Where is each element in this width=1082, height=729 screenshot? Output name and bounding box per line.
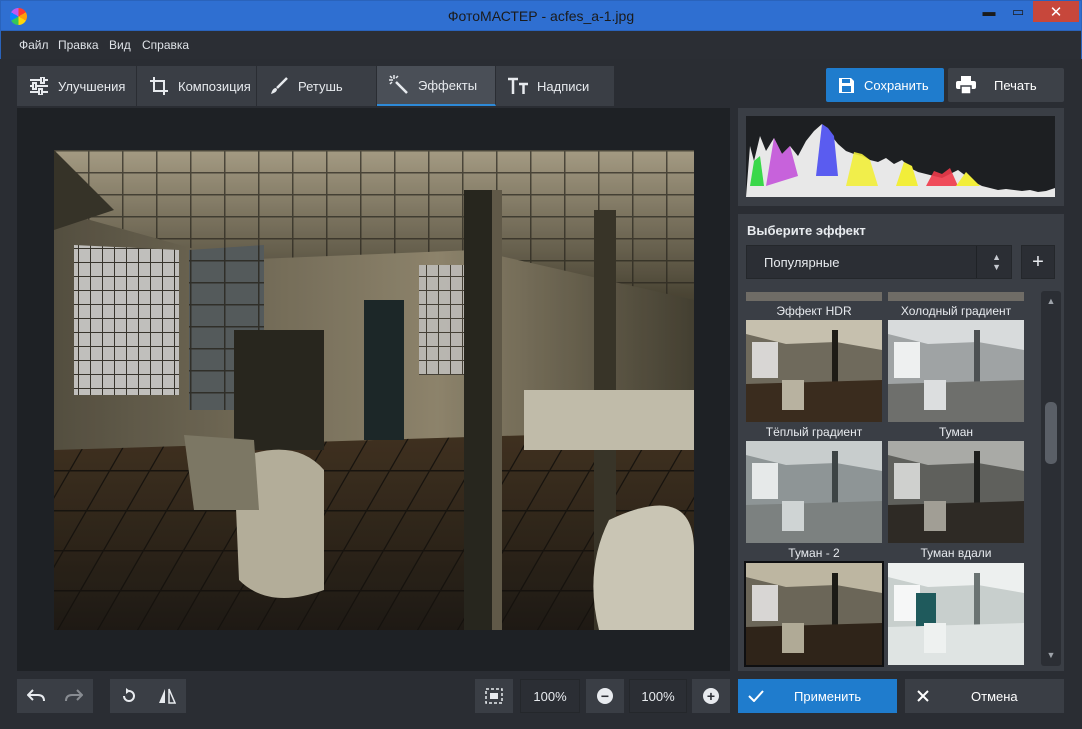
effect-label-fogfar: Туман вдали [920,546,992,560]
floppy-disk-icon [838,77,855,94]
add-effect-button[interactable]: + [1021,245,1055,279]
effect-thumb-warm[interactable] [746,441,882,543]
fit-screen-icon [485,688,503,704]
redo-icon[interactable] [55,689,93,703]
effects-title: Выберите эффект [747,223,866,238]
undo-icon[interactable] [17,689,55,703]
tab-bar: Улучшения Композиция Ретушь Эффекты Надп… [17,66,615,106]
fit-zoom-value: 100% [520,679,580,713]
effect-category-value: Популярные [764,254,840,270]
sliders-icon [28,75,50,97]
print-button-label: Печать [994,77,1037,93]
minus-icon: − [597,688,613,704]
effect-category-select[interactable]: Популярные ▲ ▼ [746,245,1012,279]
menu-bar: Файл Правка Вид Справка [0,31,1082,59]
cancel-button-label: Отмена [971,688,1018,704]
rotate-icon[interactable] [110,688,148,704]
plus-icon: + [703,688,719,704]
effect-thumb-hdr[interactable] [746,320,882,422]
brush-icon [268,75,290,97]
effects-scrollbar[interactable] [1041,291,1061,666]
title-bar: ФотоМАСТЕР - acfes_a-1.jpg ▬ ▭ ✕ [0,0,1082,31]
effect-label-hdr: Эффект HDR [776,304,852,318]
menu-view[interactable]: Вид [109,38,131,52]
crop-icon [148,75,170,97]
close-button[interactable]: ✕ [1033,1,1079,22]
printer-icon [956,76,976,94]
print-button[interactable]: Печать [948,68,1064,102]
tab-enhancements[interactable]: Улучшения [17,66,137,106]
text-icon [507,75,529,97]
save-button[interactable]: Сохранить [826,68,944,102]
save-button-label: Сохранить [864,77,929,93]
rotate-flip-group [110,679,186,713]
effect-thumb-fog[interactable] [888,441,1024,543]
maximize-button[interactable]: ▭ [1004,1,1032,22]
zoom-in-button[interactable]: + [692,679,730,713]
effect-label-cold: Холодный градиент [900,304,1012,318]
thumbnail-partial[interactable] [888,292,1024,301]
effect-thumb-fog2[interactable] [744,561,884,667]
scroll-up-icon[interactable]: ▲ [1045,296,1057,306]
checkmark-icon [748,690,764,702]
tab-label: Улучшения [58,78,126,94]
tab-composition[interactable]: Композиция [137,66,257,106]
flip-icon[interactable] [148,688,186,704]
cross-icon [917,690,929,702]
effect-thumb-cold[interactable] [888,320,1024,422]
undo-redo-group [17,679,93,713]
apply-button[interactable]: Применить [738,679,897,713]
menu-edit[interactable]: Правка [58,38,99,52]
magic-wand-icon [388,74,410,96]
minimize-button[interactable]: ▬ [975,1,1003,22]
tab-captions[interactable]: Надписи [496,66,615,106]
main-photo[interactable] [54,150,694,630]
tab-label: Надписи [537,78,590,94]
scroll-down-icon[interactable]: ▼ [1045,650,1057,660]
menu-file[interactable]: Файл [19,38,49,52]
effect-label-fog: Туман [938,425,974,439]
zoom-out-button[interactable]: − [586,679,624,713]
tab-effects[interactable]: Эффекты [377,66,496,106]
tab-retouch[interactable]: Ретушь [257,66,377,106]
window-title: ФотоМАСТЕР - acfes_a-1.jpg [447,8,635,24]
tab-label: Эффекты [418,77,478,93]
effect-thumb-fogfar[interactable] [888,563,1024,665]
apply-button-label: Применить [794,688,862,704]
cancel-button[interactable]: Отмена [905,679,1064,713]
zoom-value: 100% [629,679,687,713]
effect-label-warm: Тёплый градиент [765,425,863,439]
fit-to-screen-button[interactable] [475,679,513,713]
tab-label: Композиция [178,78,251,94]
scrollbar-thumb[interactable] [1045,402,1057,464]
thumbnail-partial[interactable] [746,292,882,301]
select-divider [976,246,977,278]
tab-label: Ретушь [298,78,343,94]
histogram [746,116,1055,197]
menu-help[interactable]: Справка [142,38,189,52]
effect-label-fog2: Туман - 2 [788,546,840,560]
updown-arrows-icon: ▲ ▼ [992,252,1001,272]
